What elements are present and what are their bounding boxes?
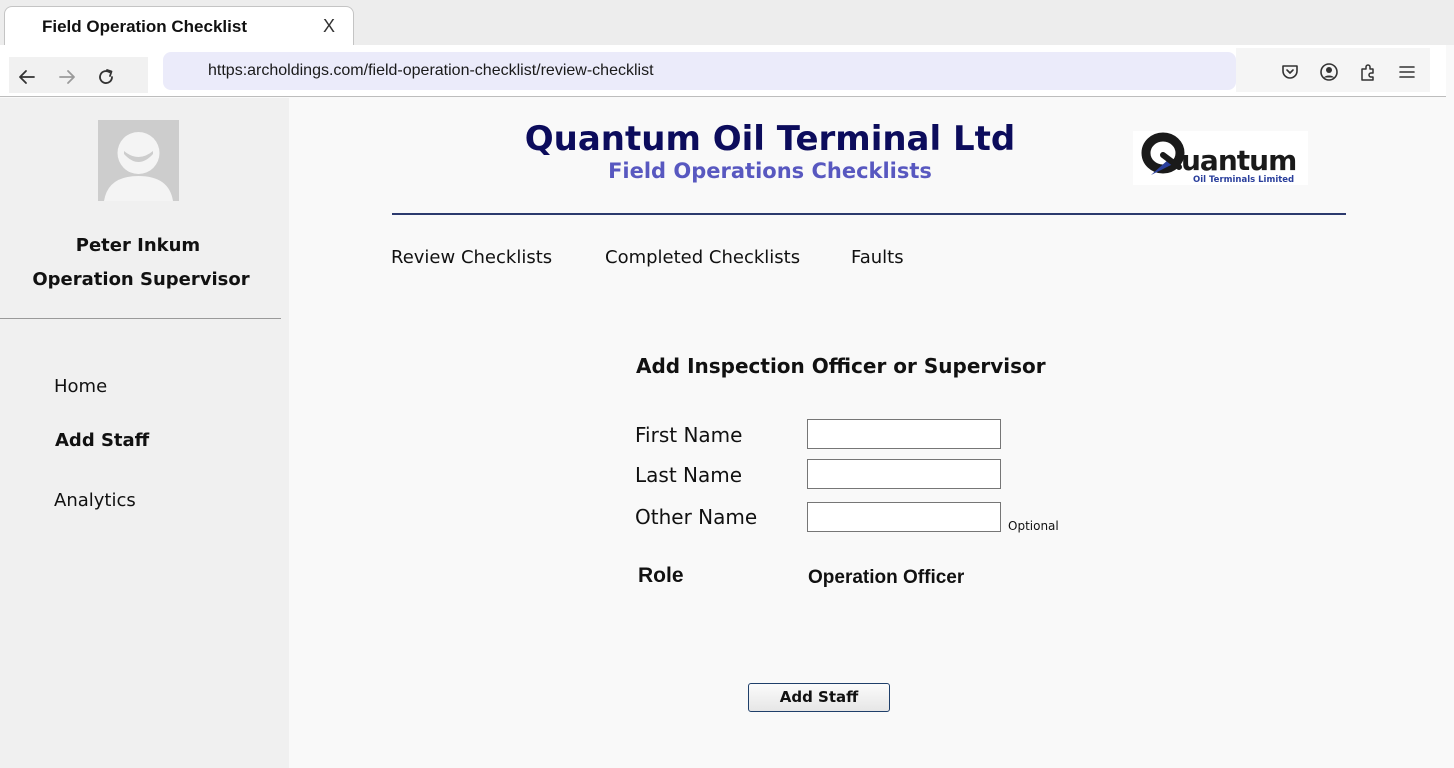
url-text[interactable]: https:archoldings.com/field-operation-ch… <box>208 62 654 80</box>
last-name-label: Last Name <box>635 463 743 487</box>
sidebar-divider <box>0 318 281 319</box>
last-name-field[interactable] <box>807 459 1001 489</box>
header-divider <box>392 213 1346 215</box>
avatar <box>98 120 179 201</box>
logo-wordmark: uantum <box>1181 144 1296 177</box>
other-name-label: Other Name <box>635 505 758 529</box>
first-name-label: First Name <box>635 423 743 447</box>
tab-close-button[interactable]: X <box>323 16 335 37</box>
navigation-buttons <box>9 57 148 93</box>
address-bar[interactable]: https:archoldings.com/field-operation-ch… <box>163 52 1236 90</box>
user-name: Peter Inkum <box>75 235 201 256</box>
logo-tagline: Oil Terminals Limited <box>1193 175 1294 185</box>
other-name-field[interactable] <box>807 502 1001 532</box>
browser-toolbar: https:archoldings.com/field-operation-ch… <box>0 45 1446 97</box>
menu-icon[interactable] <box>1397 62 1417 82</box>
account-icon[interactable] <box>1319 62 1339 82</box>
pocket-icon[interactable] <box>1280 62 1300 82</box>
sidebar-item-analytics[interactable]: Analytics <box>54 490 136 511</box>
sidebar-item-add-staff[interactable]: Add Staff <box>55 430 149 451</box>
forward-arrow-icon[interactable] <box>57 67 77 87</box>
reload-icon[interactable] <box>96 67 116 87</box>
company-logo: uantum Oil Terminals Limited <box>1133 131 1308 185</box>
extensions-icon[interactable] <box>1358 62 1378 82</box>
form-title: Add Inspection Officer or Supervisor <box>636 354 1046 378</box>
user-role: Operation Supervisor <box>32 269 250 290</box>
role-value: Operation Officer <box>808 567 965 588</box>
optional-note: Optional <box>1008 519 1059 533</box>
add-staff-button[interactable]: Add Staff <box>748 683 890 712</box>
browser-tab-bar: Field Operation Checklist X <box>0 0 1454 46</box>
nav-review-checklists[interactable]: Review Checklists <box>391 247 552 268</box>
browser-tools <box>1236 48 1430 92</box>
sidebar: Peter Inkum Operation Supervisor Home Ad… <box>0 98 289 768</box>
tab-title: Field Operation Checklist <box>42 17 247 36</box>
browser-tab[interactable]: Field Operation Checklist X <box>4 6 354 46</box>
page-subtitle: Field Operations Checklists <box>608 159 932 183</box>
sidebar-item-home[interactable]: Home <box>54 376 107 397</box>
nav-completed-checklists[interactable]: Completed Checklists <box>605 247 800 268</box>
role-label: Role <box>638 564 684 587</box>
company-title: Quantum Oil Terminal Ltd <box>524 119 1016 159</box>
nav-faults[interactable]: Faults <box>851 247 904 268</box>
back-arrow-icon[interactable] <box>17 67 37 87</box>
first-name-field[interactable] <box>807 419 1001 449</box>
